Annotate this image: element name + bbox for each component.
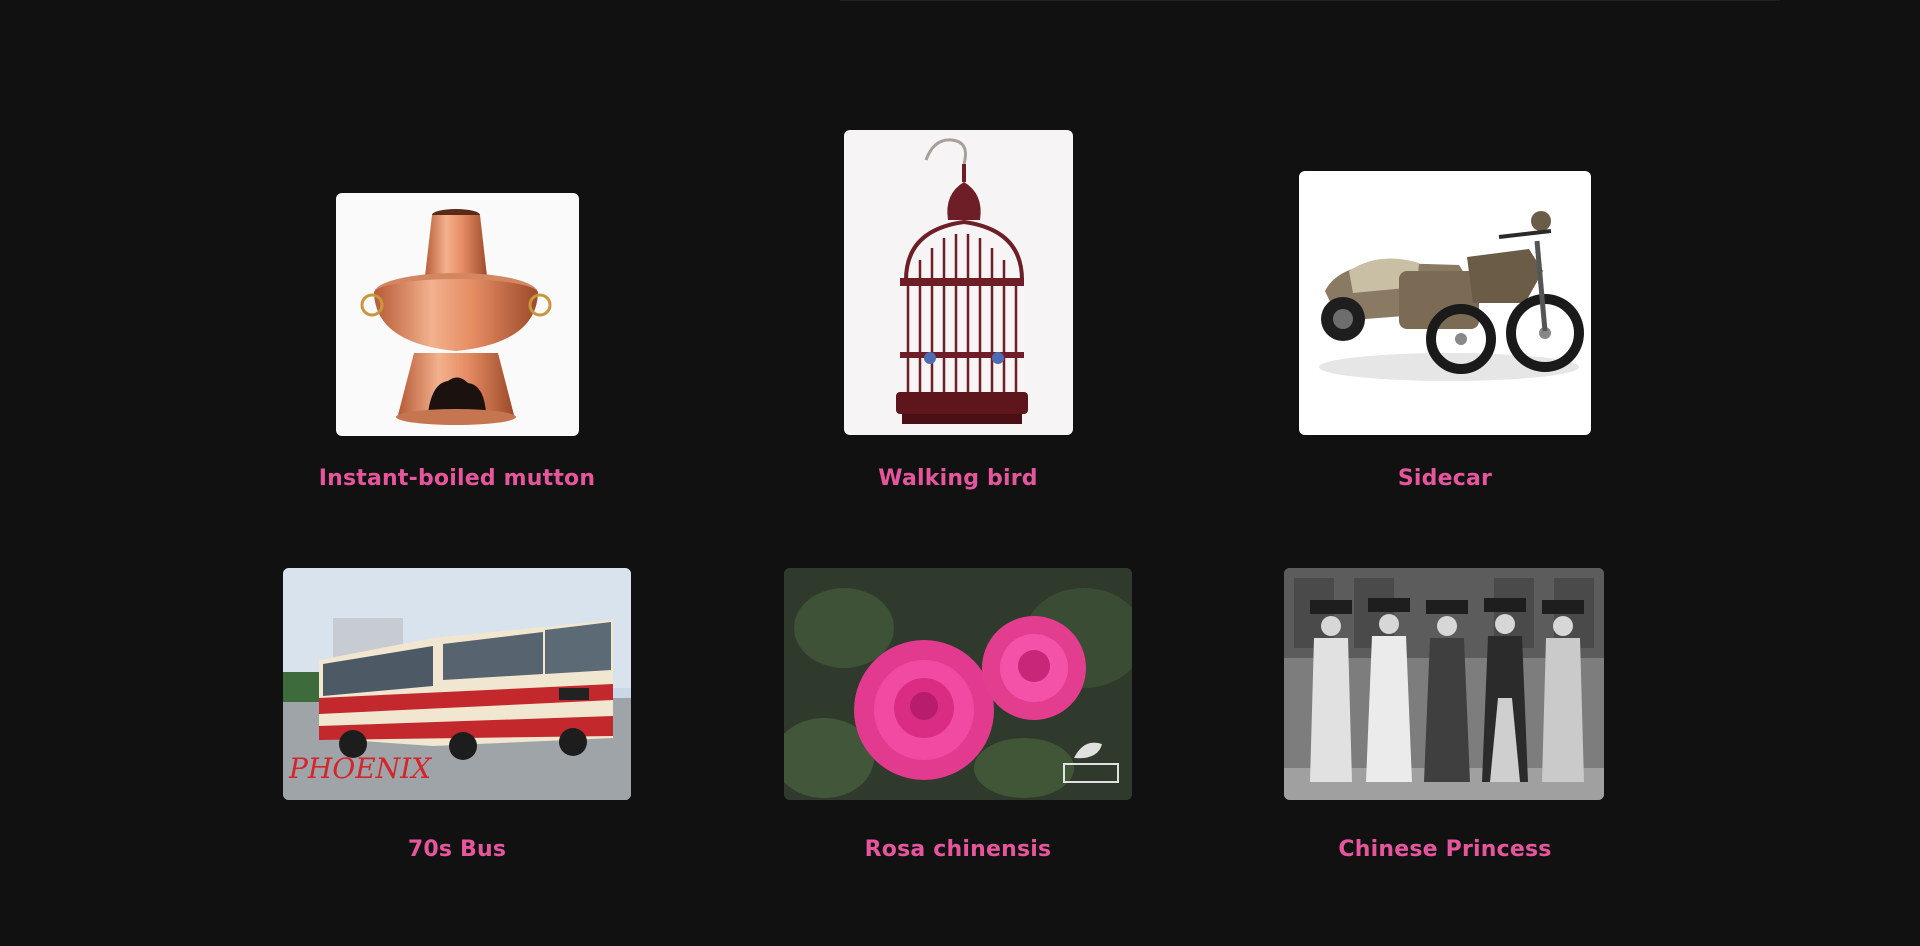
gallery-card-label: Chinese Princess xyxy=(1338,837,1552,862)
svg-text:PHOENIX: PHOENIX xyxy=(288,752,432,785)
qing-princesses-photo[interactable] xyxy=(1284,568,1604,800)
pink-roses-image[interactable] xyxy=(784,568,1132,800)
gallery-card-70s-bus[interactable]: PHOENIX 70s Bus xyxy=(197,0,717,880)
gallery-page: Instant-boiled mutton Walking bird Sidec… xyxy=(0,0,1920,946)
gallery-card-chinese-princess[interactable]: Chinese Princess xyxy=(1185,0,1705,880)
gallery-card-label: Rosa chinensis xyxy=(864,837,1052,862)
gallery-card-label: 70s Bus xyxy=(407,837,507,862)
gallery-card-rosa-chinensis[interactable]: Rosa chinensis xyxy=(698,0,1218,880)
vintage-bus-image[interactable]: PHOENIX xyxy=(283,568,631,800)
